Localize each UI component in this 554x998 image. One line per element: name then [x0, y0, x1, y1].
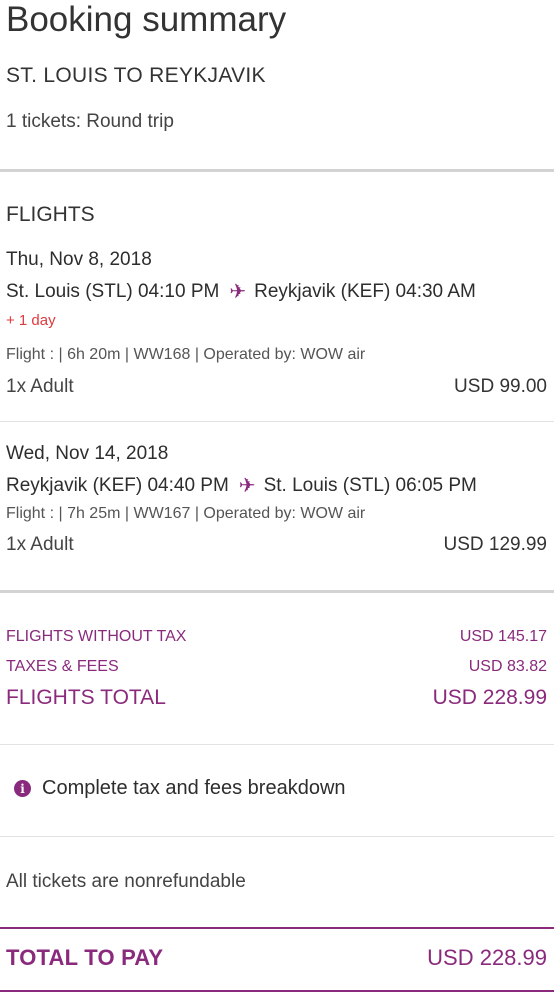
divider: [0, 169, 554, 172]
total-to-pay-label: TOTAL TO PAY: [6, 945, 164, 970]
divider: [0, 836, 554, 837]
divider: [0, 590, 554, 593]
return-price: USD 129.99: [443, 534, 547, 555]
flights-heading: FLIGHTS: [6, 203, 95, 226]
outbound-passenger: 1x Adult: [6, 376, 74, 397]
outbound-origin: St. Louis (STL) 04:10 PM: [6, 280, 220, 302]
flights-total-value: USD 228.99: [432, 686, 547, 709]
route-title: ST. LOUIS TO REYKJAVIK: [6, 64, 266, 87]
flights-without-tax-value: USD 145.17: [459, 628, 547, 645]
outbound-route: St. Louis (STL) 04:10 PM ✈ Reykjavik (KE…: [6, 279, 476, 304]
nonrefundable-notice: All tickets are nonrefundable: [6, 871, 246, 892]
divider: [0, 990, 554, 992]
page-title: Booking summary: [6, 0, 287, 39]
return-origin: Reykjavik (KEF) 04:40 PM: [6, 474, 229, 496]
taxes-fees-label: TAXES & FEES: [6, 658, 119, 675]
return-date: Wed, Nov 14, 2018: [6, 443, 169, 464]
outbound-destination: Reykjavik (KEF) 04:30 AM: [254, 280, 476, 302]
airplane-icon: ✈: [238, 475, 256, 497]
divider: [0, 744, 554, 745]
outbound-price: USD 99.00: [454, 376, 547, 397]
return-destination: St. Louis (STL) 06:05 PM: [263, 474, 477, 496]
return-route: Reykjavik (KEF) 04:40 PM ✈ St. Louis (ST…: [6, 473, 477, 498]
total-to-pay-value: USD 228.99: [427, 945, 547, 970]
outbound-details: Flight : | 6h 20m | WW168 | Operated by:…: [6, 346, 366, 363]
divider: [0, 927, 554, 929]
tax-breakdown-link[interactable]: i Complete tax and fees breakdown: [14, 777, 346, 800]
flights-total-label: FLIGHTS TOTAL: [6, 686, 166, 709]
taxes-fees-value: USD 83.82: [468, 658, 547, 675]
return-details: Flight : | 7h 25m | WW167 | Operated by:…: [6, 505, 366, 522]
info-icon: i: [14, 780, 31, 797]
ticket-summary: 1 tickets: Round trip: [6, 111, 174, 132]
airplane-icon: ✈: [229, 281, 247, 303]
day-offset-badge: + 1 day: [6, 312, 56, 329]
return-passenger: 1x Adult: [6, 534, 74, 555]
divider: [0, 421, 554, 422]
outbound-date: Thu, Nov 8, 2018: [6, 249, 152, 270]
tax-breakdown-label: Complete tax and fees breakdown: [42, 777, 346, 799]
flights-without-tax-label: FLIGHTS WITHOUT TAX: [6, 628, 187, 645]
